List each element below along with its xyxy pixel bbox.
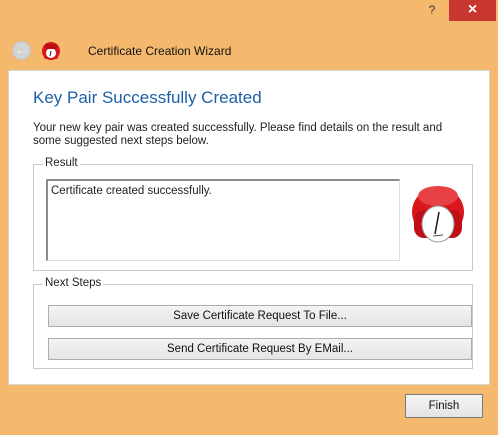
page-title: Key Pair Successfully Created	[33, 88, 262, 107]
save-certificate-request-button[interactable]: Save Certificate Request To File...	[48, 305, 472, 327]
result-group: Result Certificate created successfully.	[33, 157, 473, 271]
wizard-footer: Finish	[0, 385, 498, 435]
wizard-title: Certificate Creation Wizard	[88, 44, 232, 58]
next-steps-group: Next Steps Save Certificate Request To F…	[33, 277, 473, 369]
close-button[interactable]: ×	[449, 0, 496, 21]
wizard-header: ← Certificate Creation Wizard	[0, 34, 498, 68]
title-bar: ? ×	[0, 0, 498, 26]
result-text-box[interactable]: Certificate created successfully.	[46, 179, 400, 261]
result-legend: Result	[43, 157, 80, 169]
back-button[interactable]: ←	[12, 41, 31, 60]
intro-text: Your new key pair was created successful…	[33, 122, 443, 147]
wizard-content: Key Pair Successfully Created Your new k…	[8, 70, 490, 385]
send-certificate-request-button[interactable]: Send Certificate Request By EMail...	[48, 338, 472, 360]
next-steps-legend: Next Steps	[43, 277, 104, 289]
mascot-icon	[412, 186, 464, 243]
back-arrow-icon: ←	[15, 43, 28, 57]
app-logo-icon	[42, 42, 60, 60]
help-button[interactable]: ?	[417, 0, 447, 21]
result-message: Certificate created successfully.	[51, 185, 212, 197]
finish-button[interactable]: Finish	[405, 394, 483, 418]
